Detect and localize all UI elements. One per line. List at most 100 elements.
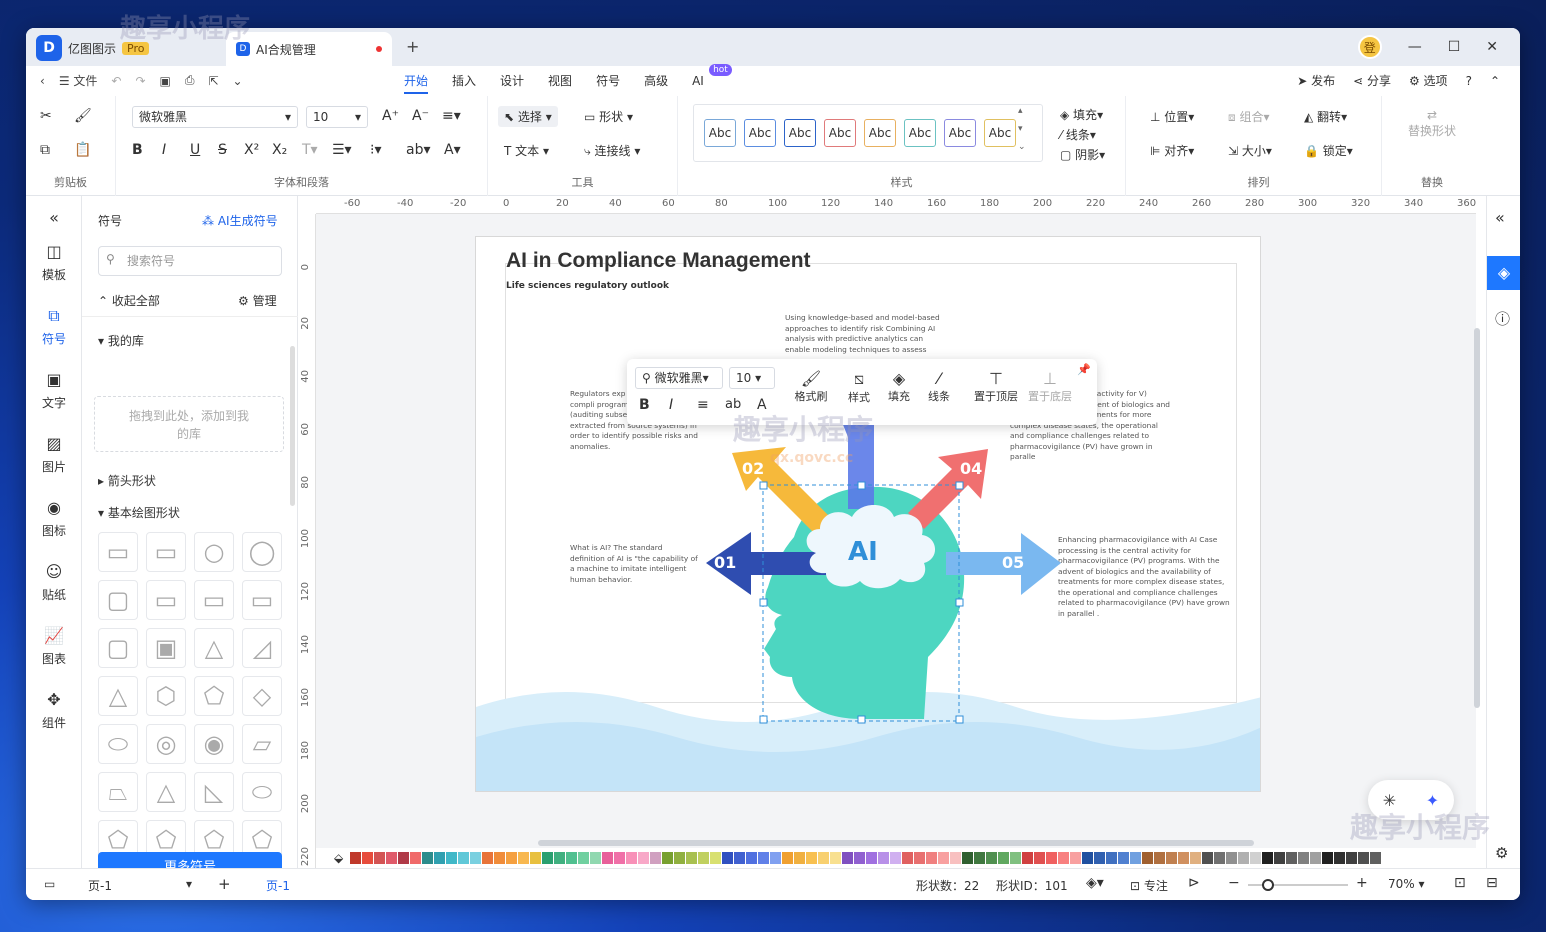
redo-icon[interactable]: ↷ bbox=[135, 74, 145, 88]
style-preset-1[interactable]: Abc bbox=[704, 119, 736, 147]
shape-item[interactable]: ▭ bbox=[242, 580, 282, 620]
style-preset-6[interactable]: Abc bbox=[904, 119, 936, 147]
color-swatch[interactable] bbox=[386, 852, 398, 864]
color-swatch[interactable] bbox=[1034, 852, 1046, 864]
line-spacing-icon[interactable]: ☰▾ bbox=[332, 142, 352, 158]
shape-item[interactable]: ◇ bbox=[242, 676, 282, 716]
manage-button[interactable]: ⚙ 管理 bbox=[238, 292, 277, 309]
color-swatch[interactable] bbox=[830, 852, 842, 864]
color-swatch[interactable] bbox=[890, 852, 902, 864]
align-icon[interactable]: ≡▾ bbox=[442, 108, 461, 124]
float-size-select[interactable]: 10 ▾ bbox=[729, 367, 775, 389]
float-format-painter[interactable]: 🖌 格式刷 bbox=[791, 369, 831, 404]
color-swatch[interactable] bbox=[746, 852, 758, 864]
color-swatch[interactable] bbox=[806, 852, 818, 864]
color-swatch[interactable] bbox=[350, 852, 362, 864]
color-swatch[interactable] bbox=[1286, 852, 1298, 864]
gallery-up-icon[interactable]: ▴ bbox=[1018, 106, 1023, 116]
color-swatch[interactable] bbox=[770, 852, 782, 864]
float-italic-icon[interactable]: I bbox=[669, 397, 673, 413]
shape-item[interactable]: ▭ bbox=[146, 580, 186, 620]
page-tab[interactable]: 页-1 bbox=[266, 877, 290, 894]
color-swatch[interactable] bbox=[1046, 852, 1058, 864]
style-preset-3[interactable]: Abc bbox=[784, 119, 816, 147]
float-style[interactable]: ⧅ 样式 bbox=[841, 369, 877, 405]
color-swatch[interactable] bbox=[1250, 852, 1262, 864]
shape-item[interactable]: ▱ bbox=[242, 724, 282, 764]
vertical-scrollbar[interactable] bbox=[1474, 328, 1480, 708]
share-button[interactable]: ⋖ 分享 bbox=[1353, 72, 1391, 89]
shape-item[interactable]: ▣ bbox=[146, 628, 186, 668]
shadow-button[interactable]: ▢ 阴影▾ bbox=[1060, 146, 1105, 163]
symbol-search-input[interactable]: 搜索符号 bbox=[98, 246, 282, 276]
color-swatch[interactable] bbox=[1274, 852, 1286, 864]
style-preset-4[interactable]: Abc bbox=[824, 119, 856, 147]
color-swatch[interactable] bbox=[1214, 852, 1226, 864]
tab-design[interactable]: 设计 bbox=[488, 66, 536, 96]
shape-item[interactable]: ▢ bbox=[98, 580, 138, 620]
color-swatch[interactable] bbox=[1334, 852, 1346, 864]
color-swatch[interactable] bbox=[578, 852, 590, 864]
nav-templates[interactable]: ◫ 模板 bbox=[26, 242, 82, 283]
tab-advanced[interactable]: 高级 bbox=[632, 66, 680, 96]
style-preset-7[interactable]: Abc bbox=[944, 119, 976, 147]
superscript-icon[interactable]: X² bbox=[244, 142, 259, 158]
new-tab-button[interactable]: + bbox=[406, 37, 419, 56]
color-swatch[interactable] bbox=[926, 852, 938, 864]
style-preset-8[interactable]: Abc bbox=[984, 119, 1016, 147]
connector-tool[interactable]: ⤷ 连接线 ▾ bbox=[584, 142, 640, 159]
minimize-icon[interactable]: — bbox=[1408, 39, 1422, 55]
select-tool[interactable]: ⬉ 选择 ▾ bbox=[498, 106, 558, 127]
file-menu[interactable]: ☰ 文件 bbox=[59, 72, 98, 89]
back-icon[interactable]: ‹ bbox=[40, 74, 45, 88]
fill-button[interactable]: ◈ 填充▾ bbox=[1060, 106, 1103, 123]
color-swatch[interactable] bbox=[422, 852, 434, 864]
color-swatch[interactable] bbox=[1226, 852, 1238, 864]
document-tab[interactable]: D AI合规管理 bbox=[226, 32, 392, 66]
align-button[interactable]: ⊫ 对齐▾ bbox=[1150, 142, 1194, 159]
shape-item[interactable]: ◺ bbox=[194, 772, 234, 812]
text-case-icon[interactable]: T▾ bbox=[302, 142, 318, 158]
color-swatch[interactable] bbox=[662, 852, 674, 864]
layers-icon[interactable]: ◈▾ bbox=[1086, 875, 1104, 891]
save-icon[interactable]: ▣ bbox=[160, 74, 171, 88]
close-icon[interactable]: ✕ bbox=[1486, 39, 1498, 55]
color-swatch[interactable] bbox=[902, 852, 914, 864]
color-swatch[interactable] bbox=[590, 852, 602, 864]
shape-item[interactable]: ◎ bbox=[146, 724, 186, 764]
tab-home[interactable]: 开始 bbox=[392, 66, 440, 96]
color-swatch[interactable] bbox=[698, 852, 710, 864]
color-swatch[interactable] bbox=[1238, 852, 1250, 864]
color-swatch[interactable] bbox=[794, 852, 806, 864]
my-library-dropzone[interactable]: 拖拽到此处，添加到我的库 bbox=[94, 396, 284, 452]
fill-bucket-icon[interactable]: ⬙ bbox=[334, 851, 343, 865]
color-swatch[interactable] bbox=[626, 852, 638, 864]
color-swatch[interactable] bbox=[638, 852, 650, 864]
replace-shape-button[interactable]: ⇄ 替换形状 bbox=[1406, 108, 1458, 139]
color-swatch[interactable] bbox=[1106, 852, 1118, 864]
shape-item[interactable]: ○ bbox=[194, 532, 234, 572]
label-01[interactable]: 01 bbox=[714, 553, 736, 572]
color-swatch[interactable] bbox=[1070, 852, 1082, 864]
zoom-select[interactable]: 70% ▾ bbox=[1388, 877, 1432, 891]
login-avatar[interactable]: 登 bbox=[1357, 35, 1382, 59]
shape-item[interactable]: ◯ bbox=[242, 532, 282, 572]
more-icon[interactable]: ⌄ bbox=[233, 74, 243, 88]
color-swatch[interactable] bbox=[878, 852, 890, 864]
basic-shapes-header[interactable]: ▾ 基本绘图形状 bbox=[98, 504, 180, 521]
shape-item[interactable]: ▭ bbox=[98, 532, 138, 572]
shape-item[interactable]: ▭ bbox=[194, 580, 234, 620]
color-swatch[interactable] bbox=[722, 852, 734, 864]
font-family-select[interactable]: 微软雅黑 ▾ bbox=[132, 106, 298, 128]
style-preset-2[interactable]: Abc bbox=[744, 119, 776, 147]
collapse-panel-icon[interactable]: « bbox=[26, 208, 82, 227]
color-swatch[interactable] bbox=[434, 852, 446, 864]
color-swatch[interactable] bbox=[1142, 852, 1154, 864]
page-selector[interactable]: 页-1 ▾ bbox=[88, 877, 192, 894]
maximize-icon[interactable]: ☐ bbox=[1448, 39, 1461, 55]
color-swatch[interactable] bbox=[854, 852, 866, 864]
print-icon[interactable]: ⎙ bbox=[185, 73, 195, 88]
color-swatch[interactable] bbox=[542, 852, 554, 864]
color-swatch[interactable] bbox=[782, 852, 794, 864]
publish-button[interactable]: ➤ 发布 bbox=[1297, 72, 1335, 89]
